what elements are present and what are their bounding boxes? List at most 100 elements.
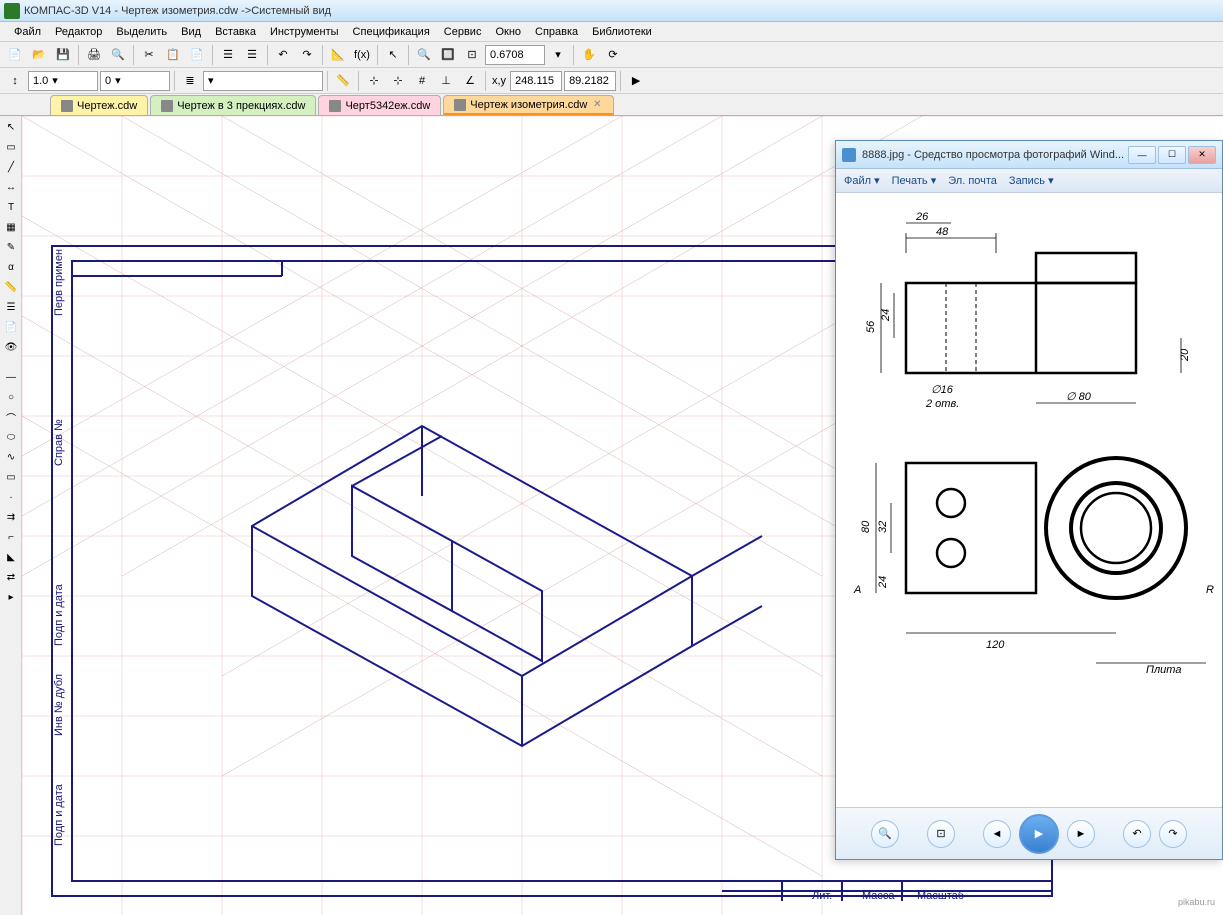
copy-button[interactable]: 📋 [162, 44, 184, 66]
snap-button[interactable]: ↕ [4, 70, 26, 92]
tool-spec[interactable]: ☰ [2, 298, 20, 316]
photo-viewer-window[interactable]: 8888.jpg - Средство просмотра фотографий… [835, 140, 1223, 860]
viewer-prev-button[interactable]: ◄ [983, 820, 1011, 848]
svg-text:Перв примен: Перв примен [53, 249, 65, 316]
tool-hatch[interactable]: ▦ [2, 218, 20, 236]
zoom-input[interactable] [485, 45, 545, 65]
menu-help[interactable]: Справка [529, 24, 584, 40]
refresh-button[interactable]: ⟳ [602, 44, 624, 66]
menu-tools[interactable]: Инструменты [264, 24, 345, 40]
menu-service[interactable]: Сервис [438, 24, 488, 40]
preview-button[interactable]: 🔍 [107, 44, 129, 66]
tool-measure[interactable]: 📏 [2, 278, 20, 296]
tab-chert5342[interactable]: Черт5342еж.cdw [318, 95, 441, 115]
viewer-slideshow-button[interactable]: ▶ [1019, 814, 1059, 854]
menu-insert[interactable]: Вставка [209, 24, 262, 40]
viewer-menu-email[interactable]: Эл. почта [948, 175, 997, 187]
coord-y-input[interactable] [564, 71, 616, 91]
save-button[interactable]: 💾 [52, 44, 74, 66]
draw-spline[interactable]: ∿ [2, 448, 20, 466]
viewer-menu-file[interactable]: Файл ▾ [844, 174, 880, 187]
draw-ellipse[interactable]: ⬭ [2, 428, 20, 446]
maximize-button[interactable]: ☐ [1158, 146, 1186, 164]
toolbar-secondary: ↕ 1.0▾ 0▾ ≣ ▾ 📏 ⊹ ⊹ # ⊥ ∠ x,y ▶ [0, 68, 1223, 94]
tool-rect[interactable]: ▭ [2, 138, 20, 156]
tool-line[interactable]: ╱ [2, 158, 20, 176]
pan-button[interactable]: ✋ [578, 44, 600, 66]
draw-arc[interactable]: ⌒ [2, 408, 20, 426]
paste-button[interactable]: 📄 [186, 44, 208, 66]
draw-rect2[interactable]: ▭ [2, 468, 20, 486]
draw-offset[interactable]: ⇉ [2, 508, 20, 526]
snap2-button[interactable]: ⊹ [387, 70, 409, 92]
draw-last[interactable]: ▸ [2, 588, 20, 606]
viewer-fit-button[interactable]: ⊡ [927, 820, 955, 848]
cut-button[interactable]: ✂ [138, 44, 160, 66]
properties-button[interactable]: ☰ [217, 44, 239, 66]
new-button[interactable]: 📄 [4, 44, 26, 66]
left-toolbox: ↖ ▭ ╱ ↔ T ▦ ✎ α 📏 ☰ 📄 👁 — ○ ⌒ ⬭ ∿ ▭ · ⇉ … [0, 116, 22, 915]
linestyle-dropdown[interactable]: 0▾ [100, 71, 170, 91]
draw-fillet[interactable]: ⌐ [2, 528, 20, 546]
coord-x-input[interactable] [510, 71, 562, 91]
cursor-button[interactable]: ↖ [382, 44, 404, 66]
viewer-titlebar[interactable]: 8888.jpg - Средство просмотра фотографий… [836, 141, 1222, 169]
close-button[interactable]: ✕ [1188, 146, 1216, 164]
draw-trans[interactable]: ⇄ [2, 568, 20, 586]
viewer-rotate-cw-button[interactable]: ↷ [1159, 820, 1187, 848]
lineweight-dropdown[interactable]: 1.0▾ [28, 71, 98, 91]
viewer-zoom-in-button[interactable]: 🔍 [871, 820, 899, 848]
fx-button[interactable]: f(x) [351, 44, 373, 66]
snap-angle-button[interactable]: ∠ [459, 70, 481, 92]
app-icon [4, 3, 20, 19]
layer-select[interactable]: ▾ [203, 71, 323, 91]
tool-report[interactable]: 📄 [2, 318, 20, 336]
tool-param[interactable]: α [2, 258, 20, 276]
viewer-rotate-ccw-button[interactable]: ↶ [1123, 820, 1151, 848]
open-button[interactable]: 📂 [28, 44, 50, 66]
doc-icon [454, 99, 466, 111]
menu-libraries[interactable]: Библиотеки [586, 24, 658, 40]
undo-button[interactable]: ↶ [272, 44, 294, 66]
viewer-next-button[interactable]: ► [1067, 820, 1095, 848]
draw-line[interactable]: — [2, 368, 20, 386]
layers-button[interactable]: ≣ [179, 70, 201, 92]
tool-arrow[interactable]: ↖ [2, 118, 20, 136]
tool-text[interactable]: T [2, 198, 20, 216]
parametric-button[interactable]: 📏 [332, 70, 354, 92]
zoom-dropdown[interactable]: ▾ [547, 44, 569, 66]
tab-label: Чертеж изометрия.cdw [470, 99, 587, 111]
viewer-menu-print[interactable]: Печать ▾ [892, 174, 937, 187]
zoom-fit-button[interactable]: ⊡ [461, 44, 483, 66]
zoom-area-button[interactable]: 🔲 [437, 44, 459, 66]
snap1-button[interactable]: ⊹ [363, 70, 385, 92]
variables-button[interactable]: 📐 [327, 44, 349, 66]
menu-file[interactable]: Файл [8, 24, 47, 40]
viewer-menu-burn[interactable]: Запись ▾ [1009, 174, 1054, 187]
menu-editor[interactable]: Редактор [49, 24, 108, 40]
tab-isometry[interactable]: Чертеж изометрия.cdw ✕ [443, 95, 614, 115]
draw-circle[interactable]: ○ [2, 388, 20, 406]
menu-spec[interactable]: Спецификация [347, 24, 436, 40]
draw-point[interactable]: · [2, 488, 20, 506]
tab-chertezh[interactable]: Чертеж.cdw [50, 95, 148, 115]
tool-view[interactable]: 👁 [2, 338, 20, 356]
menu-window[interactable]: Окно [489, 24, 527, 40]
tool-edit[interactable]: ✎ [2, 238, 20, 256]
doc-icon [61, 100, 73, 112]
watermark: pikabu.ru [1178, 897, 1215, 907]
menu-view[interactable]: Вид [175, 24, 207, 40]
options-button[interactable]: ☰ [241, 44, 263, 66]
zoom-in-button[interactable]: 🔍 [413, 44, 435, 66]
close-icon[interactable]: ✕ [591, 99, 603, 111]
print-button[interactable]: 🖨 [83, 44, 105, 66]
redo-button[interactable]: ↷ [296, 44, 318, 66]
grid-button[interactable]: # [411, 70, 433, 92]
ortho-button[interactable]: ⊥ [435, 70, 457, 92]
draw-chamfer[interactable]: ◣ [2, 548, 20, 566]
tool-dim[interactable]: ↔ [2, 178, 20, 196]
minimize-button[interactable]: — [1128, 146, 1156, 164]
run-button[interactable]: ▶ [625, 70, 647, 92]
tab-3proj[interactable]: Чертеж в 3 прекциях.cdw [150, 95, 316, 115]
menu-select[interactable]: Выделить [110, 24, 173, 40]
